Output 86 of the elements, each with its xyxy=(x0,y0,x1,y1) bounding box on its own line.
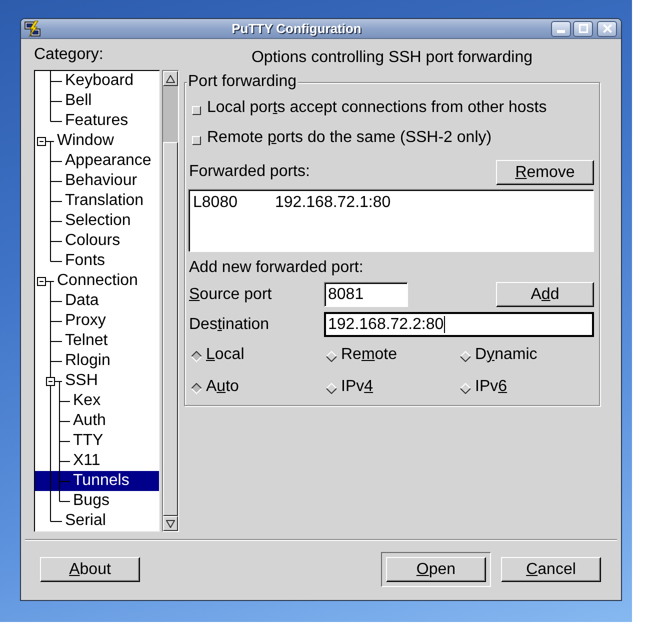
checkbox[interactable] xyxy=(192,106,201,114)
maximize-button[interactable] xyxy=(573,20,593,36)
tree-branch-icon xyxy=(50,431,71,451)
scrollbar[interactable] xyxy=(162,70,179,532)
radio-button[interactable] xyxy=(191,351,202,362)
tree-item[interactable]: SSH xyxy=(35,371,159,391)
radio-label[interactable]: IPv6 xyxy=(475,378,508,396)
radio-button[interactable] xyxy=(460,351,471,362)
scroll-up-button[interactable] xyxy=(163,71,178,86)
panel-heading: Options controlling SSH port forwarding xyxy=(250,48,534,68)
destination-field[interactable]: 192.168.72.2:80 xyxy=(324,312,594,337)
open-button[interactable]: Open xyxy=(386,556,486,582)
remove-button[interactable]: Remove xyxy=(496,160,594,184)
tree-item[interactable]: Telnet xyxy=(35,331,159,351)
tree-item[interactable]: Behaviour xyxy=(35,171,159,191)
tree-item[interactable]: Window xyxy=(35,131,159,151)
tree-branch-icon xyxy=(50,291,63,311)
tree-branch-icon xyxy=(50,311,63,331)
down-triangle-icon xyxy=(166,520,175,528)
tree-item[interactable]: Connection xyxy=(35,271,159,291)
tree-item[interactable]: Bell xyxy=(35,91,159,111)
tree-branch-icon xyxy=(50,391,71,411)
radio-button[interactable] xyxy=(460,383,471,394)
tree-branch-icon xyxy=(50,331,63,351)
expander-icon[interactable] xyxy=(37,137,46,146)
tree-item[interactable]: Fonts xyxy=(35,251,159,271)
tree-item[interactable]: X11 xyxy=(35,451,159,471)
tree-item[interactable]: Appearance xyxy=(35,151,159,171)
checkbox[interactable] xyxy=(192,136,201,144)
source-port-label: Source port xyxy=(189,286,273,304)
radio-label[interactable]: IPv4 xyxy=(341,378,374,396)
tree-branch-icon xyxy=(50,471,71,491)
tree-branch-icon xyxy=(50,451,71,471)
scroll-down-button[interactable] xyxy=(163,516,178,531)
radio-button[interactable] xyxy=(326,383,337,394)
minimize-icon xyxy=(557,30,565,33)
up-triangle-icon xyxy=(166,74,175,82)
source-port-text: L8080 xyxy=(193,194,238,212)
add-button[interactable]: Add xyxy=(496,282,594,307)
about-button[interactable]: About xyxy=(40,556,140,582)
source-port-field[interactable]: 8081 xyxy=(324,282,408,307)
add-port-label: Add new forwarded port: xyxy=(189,259,364,277)
destination-text: 192.168.72.1:80 xyxy=(275,194,391,212)
group-title: Port forwarding xyxy=(187,74,298,90)
checkbox-label[interactable]: Local ports accept connections from other hosts xyxy=(207,99,547,117)
expander-icon[interactable] xyxy=(46,377,55,386)
close-button[interactable] xyxy=(597,20,617,36)
tree-item[interactable]: Selection xyxy=(35,211,159,231)
expander-icon[interactable] xyxy=(37,277,46,286)
tree-item[interactable]: Bugs xyxy=(35,491,159,511)
tree-branch-icon xyxy=(50,351,63,371)
tree-branch-icon xyxy=(50,151,63,171)
tree-item[interactable]: Tunnels xyxy=(35,471,159,491)
tree-branch-icon xyxy=(50,171,63,191)
list-row[interactable]: L8080 192.168.72.1:80 xyxy=(193,193,593,212)
forwarded-ports-label: Forwarded ports: xyxy=(189,163,310,181)
tree-item[interactable]: Rlogin xyxy=(35,351,159,371)
tree-item[interactable]: Data xyxy=(35,291,159,311)
radio-label[interactable]: Remote xyxy=(341,346,398,364)
tree-item[interactable]: Proxy xyxy=(35,311,159,331)
radio-label[interactable]: Dynamic xyxy=(475,346,538,364)
tree-item[interactable]: Serial xyxy=(35,511,159,531)
cancel-button[interactable]: Cancel xyxy=(501,556,601,582)
tree-item[interactable]: Translation xyxy=(35,191,159,211)
radio-button[interactable] xyxy=(191,383,202,394)
tree-item[interactable]: Keyboard xyxy=(35,71,159,91)
radio-label[interactable]: Local xyxy=(206,346,244,364)
close-icon xyxy=(602,24,612,33)
category-label: Category: xyxy=(34,46,104,64)
tree-item[interactable]: Auth xyxy=(35,411,159,431)
text-cursor xyxy=(444,316,445,333)
tree-branch-icon xyxy=(50,411,71,431)
destination-label: Destination xyxy=(189,316,270,334)
radio-button[interactable] xyxy=(326,351,337,362)
tree-item[interactable]: Kex xyxy=(35,391,159,411)
tree-item[interactable]: TTY xyxy=(35,431,159,451)
minimize-button[interactable] xyxy=(551,20,571,36)
tree-branch-icon xyxy=(50,211,63,231)
radio-label[interactable]: Auto xyxy=(206,378,239,396)
checkbox-label[interactable]: Remote ports do the same (SSH-2 only) xyxy=(207,129,492,147)
window-title: PuTTY Configuration xyxy=(230,20,362,36)
maximize-icon xyxy=(578,24,588,33)
tree-item[interactable]: Colours xyxy=(35,231,159,251)
scrollbar-thumb[interactable] xyxy=(163,142,178,516)
tree-item[interactable]: Features xyxy=(35,111,159,131)
tree-branch-icon xyxy=(50,191,63,211)
